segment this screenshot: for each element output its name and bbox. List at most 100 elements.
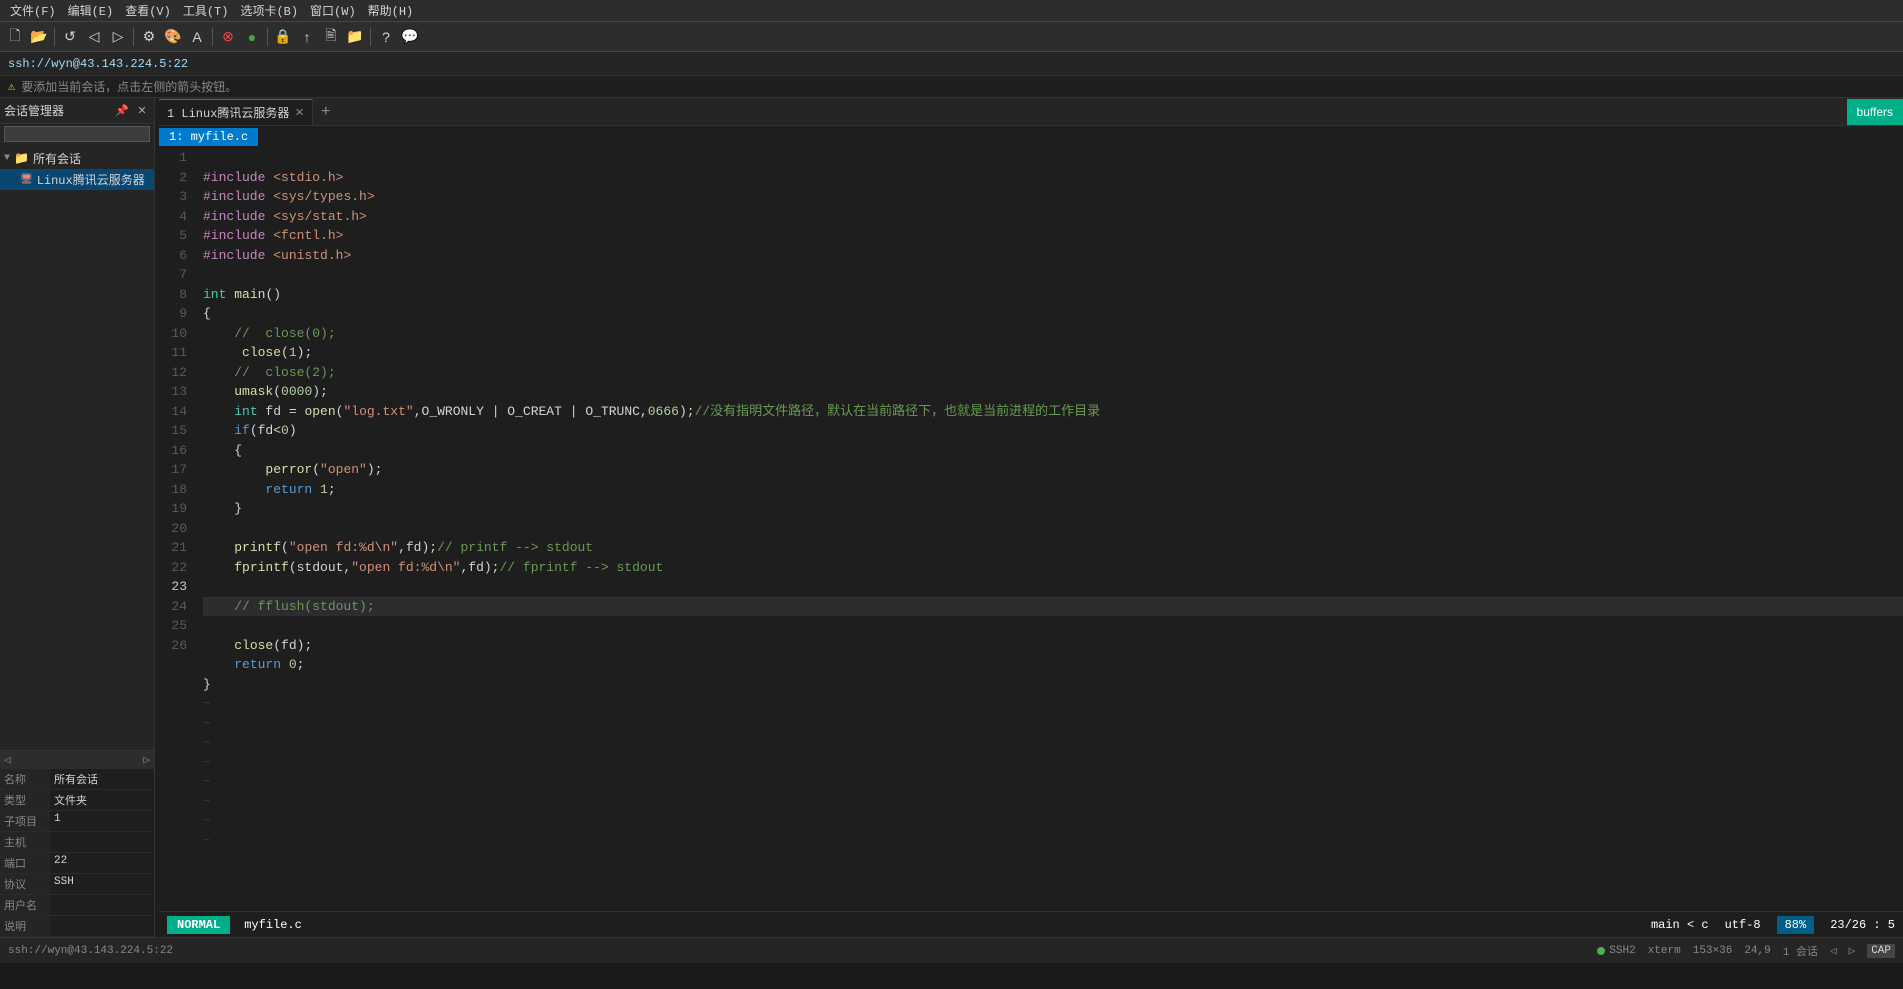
tab-add-icon: + <box>321 103 331 121</box>
sidebar-search <box>0 124 154 144</box>
toolbar-sep3 <box>212 28 213 46</box>
line-num-20: 20 <box>159 519 187 539</box>
sidebar: 会话管理器 📌 ✕ ▼ 📁 所有会话 🖥 Linux腾讯云服务器 ◁ ▷ <box>0 98 155 937</box>
line-num-1: 1 <box>159 148 187 168</box>
toolbar-download[interactable]: 🖹 <box>320 26 342 48</box>
code-line-2: #include <sys/types.h> <box>203 189 375 204</box>
props-sub-value: 1 <box>50 811 154 831</box>
sidebar-pin-btn[interactable]: 📌 <box>114 103 130 119</box>
menu-edit[interactable]: 编辑(E) <box>62 2 120 19</box>
tree-server-item[interactable]: 🖥 Linux腾讯云服务器 <box>0 169 154 190</box>
code-line-17: return 1; <box>203 482 336 497</box>
toolbar-upload[interactable]: ↑ <box>296 26 318 48</box>
tab-close-btn[interactable]: ✕ <box>295 106 303 120</box>
status-percent: 88% <box>1777 916 1815 934</box>
code-line-7: int main() <box>203 287 281 302</box>
line-num-24: 24 <box>159 597 187 617</box>
line-num-17: 17 <box>159 460 187 480</box>
toolbar-new[interactable]: 🗋 <box>4 26 26 48</box>
code-line-9: // close(0); <box>203 326 336 341</box>
toolbar-color[interactable]: 🎨 <box>162 26 184 48</box>
menu-view[interactable]: 查看(V) <box>119 2 177 19</box>
toolbar-settings[interactable]: ⚙ <box>138 26 160 48</box>
toolbar-stop[interactable]: ⊗ <box>217 26 239 48</box>
props-host-value <box>50 832 154 852</box>
toolbar-sep5 <box>370 28 371 46</box>
code-line-19 <box>203 521 211 536</box>
code-line-3: #include <sys/stat.h> <box>203 209 367 224</box>
code-line-11: // close(2); <box>203 365 336 380</box>
menu-tabs[interactable]: 选项卡(B) <box>234 2 304 19</box>
tree-arrow-icon: ▼ <box>4 153 10 164</box>
props-type-key: 类型 <box>0 790 50 810</box>
main-area: 会话管理器 📌 ✕ ▼ 📁 所有会话 🖥 Linux腾讯云服务器 ◁ ▷ <box>0 98 1903 937</box>
toolbar-folder[interactable]: 📁 <box>344 26 366 48</box>
line-num-4: 4 <box>159 207 187 227</box>
code-line-16: perror("open"); <box>203 462 382 477</box>
notification-text: 要添加当前会话，点击左侧的箭头按钮。 <box>21 78 237 95</box>
sidebar-props: ◁ ▷ 名称 所有会话 类型 文件夹 子项目 1 主机 端口 22 <box>0 750 154 937</box>
line-num-26: 26 <box>159 636 187 656</box>
session-search-input[interactable] <box>4 126 150 142</box>
props-arrow-left[interactable]: ◁ <box>4 753 11 767</box>
line-num-3: 3 <box>159 187 187 207</box>
line-num-16: 16 <box>159 441 187 461</box>
toolbar-font[interactable]: A <box>186 26 208 48</box>
tree-folder-icon: 📁 <box>14 151 29 166</box>
props-user-row: 用户名 <box>0 895 154 916</box>
menu-file[interactable]: 文件(F) <box>4 2 62 19</box>
arrow-left-indicator: ◁ <box>1830 944 1837 958</box>
sidebar-header: 会话管理器 📌 ✕ <box>0 98 154 124</box>
notification-icon: ⚠ <box>8 79 15 94</box>
tab-add-btn[interactable]: + <box>313 99 339 125</box>
tree-all-sessions[interactable]: ▼ 📁 所有会话 <box>0 148 154 169</box>
buffers-button[interactable]: buffers <box>1847 99 1903 125</box>
tilde-4: ~ <box>203 755 211 770</box>
toolbar-sep2 <box>133 28 134 46</box>
tilde-3: ~ <box>203 735 211 750</box>
code-line-6 <box>203 267 211 282</box>
props-host-key: 主机 <box>0 832 50 852</box>
toolbar-help[interactable]: ? <box>375 26 397 48</box>
line-num-8: 8 <box>159 285 187 305</box>
toolbar-lock[interactable]: 🔒 <box>272 26 294 48</box>
file-label-bar: 1: myfile.c <box>159 126 1903 148</box>
menu-help[interactable]: 帮助(H) <box>362 2 420 19</box>
code-line-1: #include <stdio.h> <box>203 170 343 185</box>
line-num-15: 15 <box>159 421 187 441</box>
props-port-row: 端口 22 <box>0 853 154 874</box>
tab-label: 1 Linux腾讯云服务器 <box>167 104 289 121</box>
line-num-10: 10 <box>159 324 187 344</box>
line-num-14: 14 <box>159 402 187 422</box>
toolbar-chat[interactable]: 💬 <box>399 26 421 48</box>
toolbar-record[interactable]: ● <box>241 26 263 48</box>
sessions-title: 会话管理器 <box>4 102 110 119</box>
toolbar-open[interactable]: 📂 <box>28 26 50 48</box>
toolbar: 🗋 📂 ↺ ◁ ▷ ⚙ 🎨 A ⊗ ● 🔒 ↑ 🖹 📁 ? 💬 <box>0 22 1903 52</box>
tab-linux-server[interactable]: 1 Linux腾讯云服务器 ✕ <box>159 99 313 125</box>
props-protocol-row: 协议 SSH <box>0 874 154 895</box>
toolbar-back[interactable]: ◁ <box>83 26 105 48</box>
notification-bar: ⚠ 要添加当前会话，点击左侧的箭头按钮。 <box>0 76 1903 98</box>
props-arrow-right[interactable]: ▷ <box>143 753 150 767</box>
code-line-23: // fflush(stdout); <box>203 597 1903 617</box>
cursor-label: 24,9 <box>1744 945 1770 957</box>
toolbar-forward[interactable]: ▷ <box>107 26 129 48</box>
props-host-row: 主机 <box>0 832 154 853</box>
code-line-12: umask(0000); <box>203 384 328 399</box>
menu-bar: 文件(F) 编辑(E) 查看(V) 工具(T) 选项卡(B) 窗口(W) 帮助(… <box>0 0 1903 22</box>
code-line-26: } <box>203 677 211 692</box>
toolbar-refresh[interactable]: ↺ <box>59 26 81 48</box>
props-name-key: 名称 <box>0 769 50 789</box>
line-num-13: 13 <box>159 382 187 402</box>
sidebar-close-btn[interactable]: ✕ <box>134 103 150 119</box>
tab-bar: 1 Linux腾讯云服务器 ✕ + buffers <box>159 98 1903 126</box>
code-content[interactable]: #include <stdio.h> #include <sys/types.h… <box>195 148 1903 911</box>
props-desc-value <box>50 916 154 936</box>
menu-window[interactable]: 窗口(W) <box>304 2 362 19</box>
code-line-18: } <box>203 501 242 516</box>
status-encoding: utf-8 <box>1725 918 1761 932</box>
code-line-25: return 0; <box>203 657 304 672</box>
tree-server-label: Linux腾讯云服务器 <box>37 171 145 188</box>
menu-tools[interactable]: 工具(T) <box>177 2 235 19</box>
